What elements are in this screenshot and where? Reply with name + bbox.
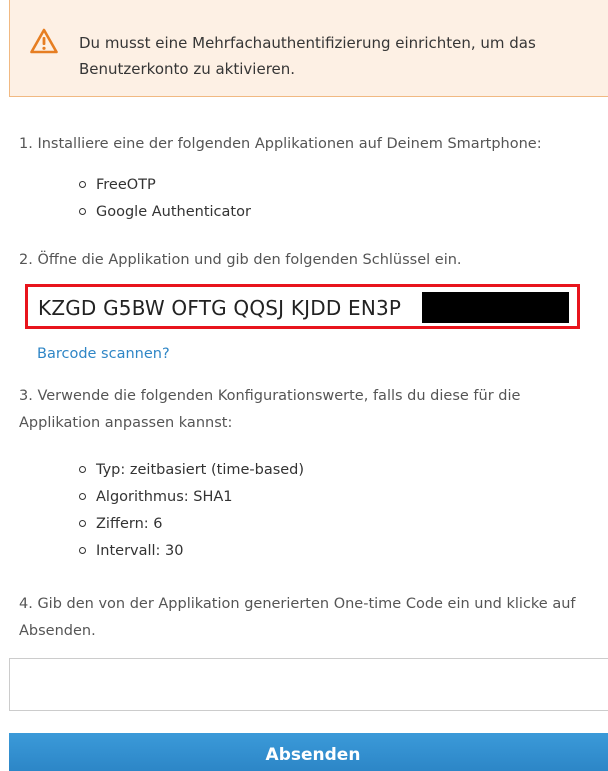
list-item: FreeOTP [79, 172, 251, 199]
bullet-icon [79, 546, 86, 554]
app-name: FreeOTP [96, 177, 156, 193]
config-list: Typ: zeitbasiert (time-based) Algorithmu… [79, 457, 304, 565]
secret-key-box: KZGD G5BW OFTG QQSJ KJDD EN3P [25, 284, 580, 329]
step-3-text: 3. Verwende die folgenden Konfigurations… [19, 388, 521, 431]
list-item: Google Authenticator [79, 199, 251, 226]
bullet-icon [79, 519, 86, 527]
app-list: FreeOTP Google Authenticator [79, 172, 251, 226]
bullet-icon [79, 207, 86, 215]
config-value: Algorithmus: SHA1 [96, 489, 233, 505]
list-item: Algorithmus: SHA1 [79, 484, 304, 511]
config-value: Intervall: 30 [96, 543, 184, 559]
step-2-text: 2. Öffne die Applikation und gib den fol… [19, 252, 462, 268]
bullet-icon [79, 465, 86, 473]
bullet-icon [79, 180, 86, 188]
alert-message: Du musst eine Mehrfachauthentifizierung … [79, 34, 536, 78]
step-1-text: 1. Installiere eine der folgenden Applik… [19, 136, 542, 152]
config-value: Typ: zeitbasiert (time-based) [96, 462, 305, 478]
scan-barcode-link[interactable]: Barcode scannen? [37, 342, 170, 366]
submit-button[interactable]: Absenden [9, 733, 608, 771]
warning-icon [30, 28, 58, 54]
list-item: Ziffern: 6 [79, 511, 304, 538]
step-4-text: 4. Gib den von der Applikation generiert… [19, 596, 576, 639]
list-item: Typ: zeitbasiert (time-based) [79, 457, 304, 484]
config-value: Ziffern: 6 [96, 516, 163, 532]
warning-alert: Du musst eine Mehrfachauthentifizierung … [9, 0, 608, 97]
otp-code-input[interactable] [9, 658, 608, 711]
app-name: Google Authenticator [96, 204, 251, 220]
bullet-icon [79, 492, 86, 500]
secret-key: KZGD G5BW OFTG QQSJ KJDD EN3P [38, 296, 402, 320]
list-item: Intervall: 30 [79, 538, 304, 565]
submit-label: Absenden [265, 745, 361, 765]
mfa-setup-page: Du musst eine Mehrfachauthentifizierung … [0, 0, 608, 771]
redaction-bar [422, 292, 569, 323]
